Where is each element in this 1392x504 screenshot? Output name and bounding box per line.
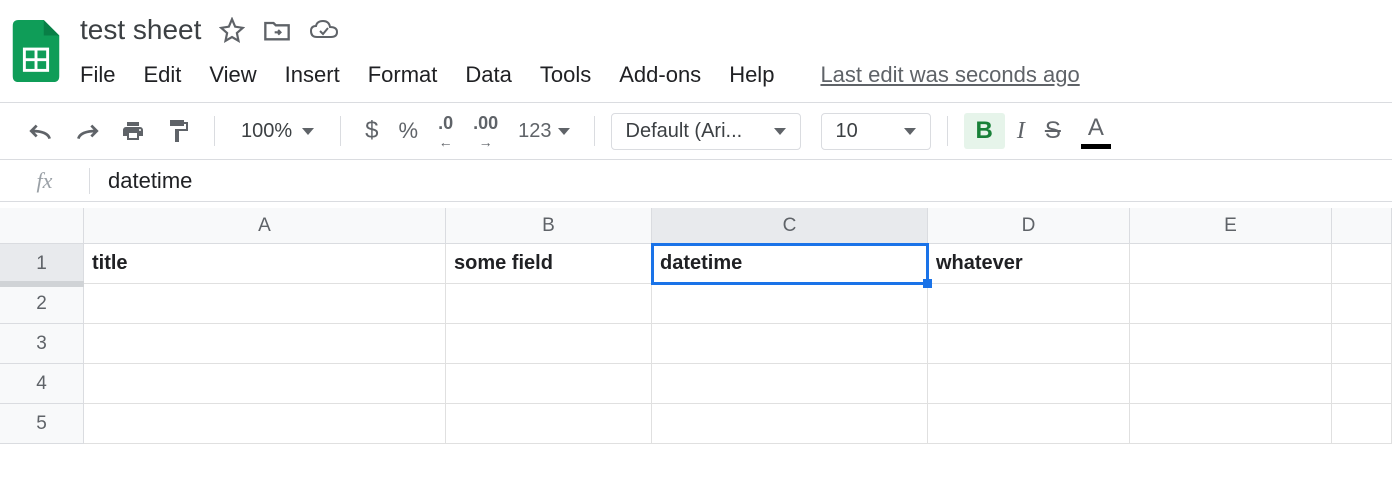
header-area: test sheet File Edit View Insert Format … bbox=[0, 0, 1392, 88]
menu-tools[interactable]: Tools bbox=[540, 62, 591, 88]
cell-f3[interactable] bbox=[1332, 324, 1392, 364]
toolbar-separator bbox=[947, 116, 948, 146]
cell-c2[interactable] bbox=[652, 284, 928, 324]
cell-d4[interactable] bbox=[928, 364, 1130, 404]
cell-a5[interactable] bbox=[84, 404, 446, 444]
row-selection-marker bbox=[0, 281, 84, 287]
row-header-2[interactable]: 2 bbox=[0, 284, 84, 324]
strikethrough-button[interactable]: S bbox=[1037, 111, 1069, 151]
cell-a1[interactable]: title bbox=[84, 244, 446, 284]
row-header-4[interactable]: 4 bbox=[0, 364, 84, 404]
menu-file[interactable]: File bbox=[80, 62, 115, 88]
cell-e3[interactable] bbox=[1130, 324, 1332, 364]
italic-button[interactable]: I bbox=[1009, 112, 1033, 151]
redo-button[interactable] bbox=[66, 115, 108, 147]
cell-d2[interactable] bbox=[928, 284, 1130, 324]
column-header-f[interactable] bbox=[1332, 208, 1392, 244]
paint-format-button[interactable] bbox=[158, 112, 198, 150]
formula-input[interactable] bbox=[90, 168, 1392, 194]
cell-b5[interactable] bbox=[446, 404, 652, 444]
cell-d3[interactable] bbox=[928, 324, 1130, 364]
cell-b1[interactable]: some field bbox=[446, 244, 652, 284]
select-all-corner[interactable] bbox=[0, 208, 84, 244]
font-family-value: Default (Ari... bbox=[626, 120, 743, 143]
cell-c5[interactable] bbox=[652, 404, 928, 444]
percent-format-button[interactable]: % bbox=[391, 112, 427, 150]
menu-edit[interactable]: Edit bbox=[143, 62, 181, 88]
sheets-logo[interactable] bbox=[8, 16, 64, 86]
fill-handle[interactable] bbox=[923, 279, 932, 288]
column-header-e[interactable]: E bbox=[1130, 208, 1332, 244]
toolbar-separator bbox=[214, 116, 215, 146]
font-family-dropdown[interactable]: Default (Ari... bbox=[611, 113, 801, 150]
fx-label[interactable]: fx bbox=[0, 168, 90, 194]
menu-insert[interactable]: Insert bbox=[285, 62, 340, 88]
increase-decimal-button[interactable]: .00 → bbox=[465, 107, 506, 156]
menu-format[interactable]: Format bbox=[368, 62, 438, 88]
cell-c4[interactable] bbox=[652, 364, 928, 404]
cell-c1[interactable]: datetime bbox=[652, 244, 928, 284]
cell-a2[interactable] bbox=[84, 284, 446, 324]
row-header-5[interactable]: 5 bbox=[0, 404, 84, 444]
menu-view[interactable]: View bbox=[209, 62, 256, 88]
currency-format-button[interactable]: $ bbox=[357, 111, 386, 151]
spreadsheet-grid: A B C D E 1 title some field datetime wh… bbox=[0, 208, 1392, 444]
cell-f1[interactable] bbox=[1332, 244, 1392, 284]
toolbar-separator bbox=[340, 116, 341, 146]
cell-e2[interactable] bbox=[1130, 284, 1332, 324]
cell-d1[interactable]: whatever bbox=[928, 244, 1130, 284]
cell-f4[interactable] bbox=[1332, 364, 1392, 404]
menu-help[interactable]: Help bbox=[729, 62, 774, 88]
cell-b2[interactable] bbox=[446, 284, 652, 324]
cell-a4[interactable] bbox=[84, 364, 446, 404]
menu-data[interactable]: Data bbox=[465, 62, 511, 88]
cell-f2[interactable] bbox=[1332, 284, 1392, 324]
cell-b4[interactable] bbox=[446, 364, 652, 404]
cell-e5[interactable] bbox=[1130, 404, 1332, 444]
zoom-value: 100% bbox=[241, 120, 292, 143]
document-title[interactable]: test sheet bbox=[80, 14, 201, 46]
row-header-1[interactable]: 1 bbox=[0, 244, 84, 284]
cell-e1[interactable] bbox=[1130, 244, 1332, 284]
column-header-a[interactable]: A bbox=[84, 208, 446, 244]
last-edit-link[interactable]: Last edit was seconds ago bbox=[820, 62, 1079, 88]
cell-a3[interactable] bbox=[84, 324, 446, 364]
star-icon[interactable] bbox=[219, 17, 245, 43]
font-size-value: 10 bbox=[836, 120, 858, 143]
toolbar-separator bbox=[594, 116, 595, 146]
zoom-dropdown[interactable]: 100% bbox=[231, 120, 324, 143]
decrease-decimal-button[interactable]: .0 ← bbox=[430, 107, 461, 156]
cell-c3[interactable] bbox=[652, 324, 928, 364]
text-color-button[interactable]: A bbox=[1073, 108, 1119, 155]
column-header-c[interactable]: C bbox=[652, 208, 928, 244]
cloud-status-icon[interactable] bbox=[309, 19, 339, 41]
formula-bar: fx bbox=[0, 160, 1392, 202]
cell-e4[interactable] bbox=[1130, 364, 1332, 404]
cell-d5[interactable] bbox=[928, 404, 1130, 444]
undo-button[interactable] bbox=[20, 115, 62, 147]
menu-bar: File Edit View Insert Format Data Tools … bbox=[80, 62, 1392, 88]
cell-b3[interactable] bbox=[446, 324, 652, 364]
dropdown-arrow-icon bbox=[558, 128, 570, 135]
more-formats-dropdown[interactable]: 123 bbox=[510, 114, 577, 149]
print-button[interactable] bbox=[112, 113, 154, 149]
move-folder-icon[interactable] bbox=[263, 17, 291, 43]
dropdown-arrow-icon bbox=[302, 128, 314, 135]
column-header-b[interactable]: B bbox=[446, 208, 652, 244]
font-size-dropdown[interactable]: 10 bbox=[821, 113, 931, 150]
row-header-3[interactable]: 3 bbox=[0, 324, 84, 364]
bold-button[interactable]: B bbox=[964, 113, 1005, 149]
dropdown-arrow-icon bbox=[904, 128, 916, 135]
cell-f5[interactable] bbox=[1332, 404, 1392, 444]
toolbar: 100% $ % .0 ← .00 → 123 Default (Ari... … bbox=[0, 102, 1392, 160]
column-header-d[interactable]: D bbox=[928, 208, 1130, 244]
dropdown-arrow-icon bbox=[774, 128, 786, 135]
menu-addons[interactable]: Add-ons bbox=[619, 62, 701, 88]
